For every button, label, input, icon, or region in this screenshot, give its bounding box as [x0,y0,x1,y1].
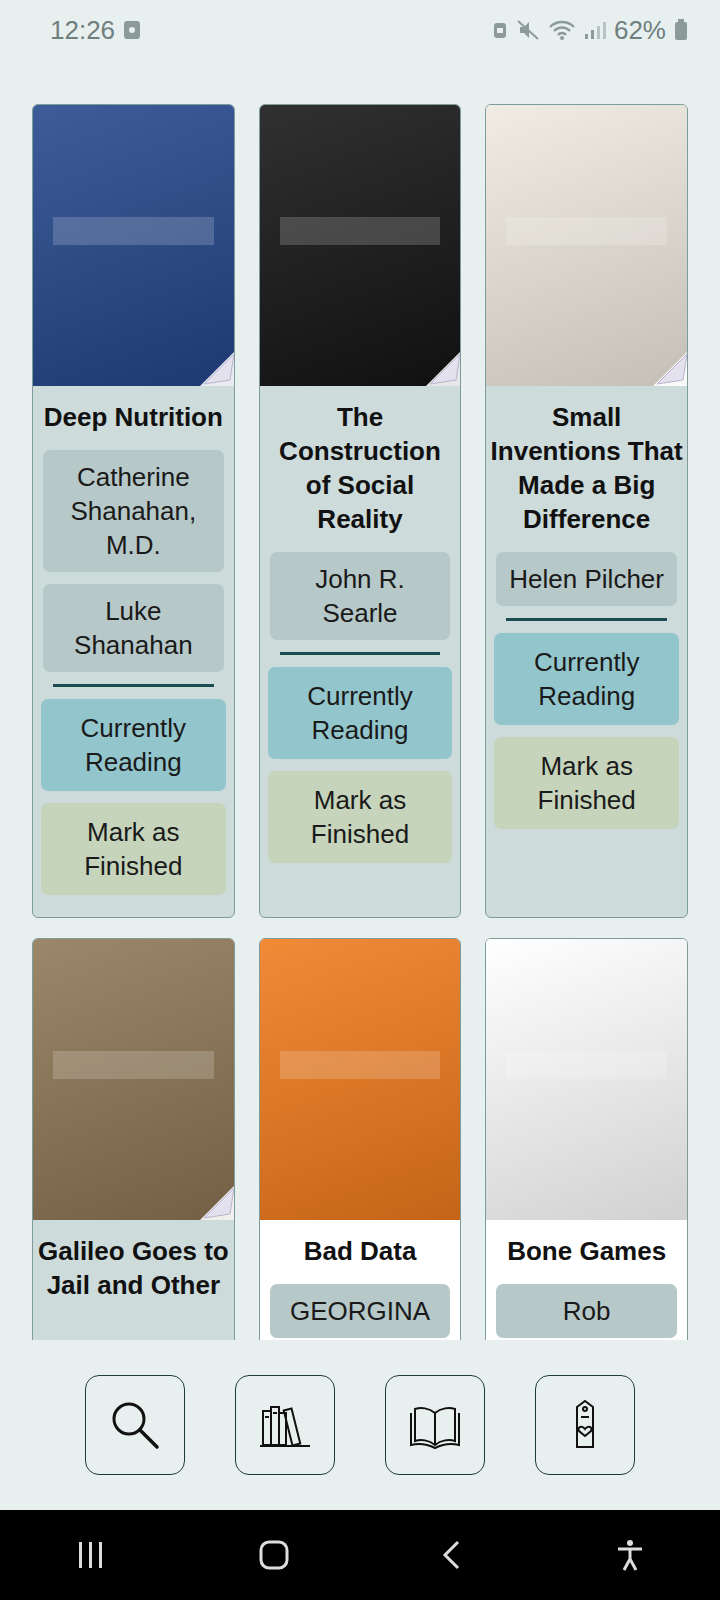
book-card[interactable]: Deep Nutrition Catherine Shanahan, M.D. Lu… [32,104,235,918]
mark-finished-button[interactable]: Mark as Finished [268,771,453,863]
tag-heart-icon [557,1397,613,1453]
recents-icon[interactable] [75,1540,107,1570]
divider [506,618,667,621]
book-list[interactable]: Deep Nutrition Catherine Shanahan, M.D. Lu… [0,60,720,1340]
battery-icon [674,19,688,41]
cover-art [53,1051,214,1079]
signal-icon [584,20,606,40]
currently-reading-button[interactable]: Currently Reading [494,633,679,725]
book-cover[interactable] [486,105,687,386]
status-bar: 12:26 62% [0,0,720,60]
bookshelf-icon [257,1397,313,1453]
book-title: Bad Data [260,1220,461,1278]
mark-finished-button[interactable]: Mark as Finished [41,803,226,895]
author-chip[interactable]: Helen Pilcher [496,552,677,606]
page-curl-icon [426,352,460,386]
cover-art [280,217,441,245]
search-button[interactable] [85,1375,185,1475]
cover-art [280,1051,441,1079]
cover-art [506,217,667,245]
author-chip[interactable]: John R. Searle [270,552,451,640]
mark-finished-button[interactable]: Mark as Finished [494,737,679,829]
book-cover[interactable] [486,939,687,1220]
clock-time: 12:26 [50,11,115,50]
bottom-nav [0,1340,720,1510]
divider [53,684,214,687]
photo-icon [123,20,141,40]
divider [280,652,441,655]
book-card[interactable]: Bad Data GEORGINA [259,938,462,1340]
mute-icon [516,19,540,41]
book-cover[interactable] [260,939,461,1220]
author-chip[interactable]: Catherine Shanahan, M.D. [43,450,224,572]
book-card[interactable]: The Construction of Social RealityJohn R… [259,104,462,918]
book-cover[interactable] [260,105,461,386]
author-chip[interactable]: GEORGINA [270,1284,451,1338]
book-card[interactable]: Small Inventions That Made a Big Differe… [485,104,688,918]
open-book-icon [407,1397,463,1453]
system-nav [0,1510,720,1600]
book-title: Bone Games [486,1220,687,1278]
cover-art [506,1051,667,1079]
book-title: Deep Nutrition [33,386,234,444]
book-card[interactable]: Bone Games Rob [485,938,688,1340]
home-icon[interactable] [258,1539,290,1571]
currently-reading-button[interactable]: Currently Reading [268,667,453,759]
search-icon [107,1397,163,1453]
wifi-icon [548,19,576,41]
author-chip[interactable]: Rob [496,1284,677,1338]
lock-icon [492,20,508,40]
back-icon[interactable] [440,1539,464,1571]
book-title: Small Inventions That Made a Big Differe… [486,386,687,546]
battery-level: 62% [614,11,666,50]
page-curl-icon [200,1186,234,1220]
book-title: Galileo Goes to Jail and Other [33,1220,234,1312]
accessibility-icon[interactable] [615,1539,645,1571]
book-card[interactable]: Galileo Goes to Jail and Other [32,938,235,1340]
tag-heart-button[interactable] [535,1375,635,1475]
book-cover[interactable] [33,939,234,1220]
cover-art [53,217,214,245]
bookshelf-button[interactable] [235,1375,335,1475]
book-cover[interactable] [33,105,234,386]
currently-reading-button[interactable]: Currently Reading [41,699,226,791]
open-book-button[interactable] [385,1375,485,1475]
author-chip[interactable]: Luke Shanahan [43,584,224,672]
page-curl-icon [200,352,234,386]
page-curl-icon [653,352,687,386]
book-title: The Construction of Social Reality [260,386,461,546]
